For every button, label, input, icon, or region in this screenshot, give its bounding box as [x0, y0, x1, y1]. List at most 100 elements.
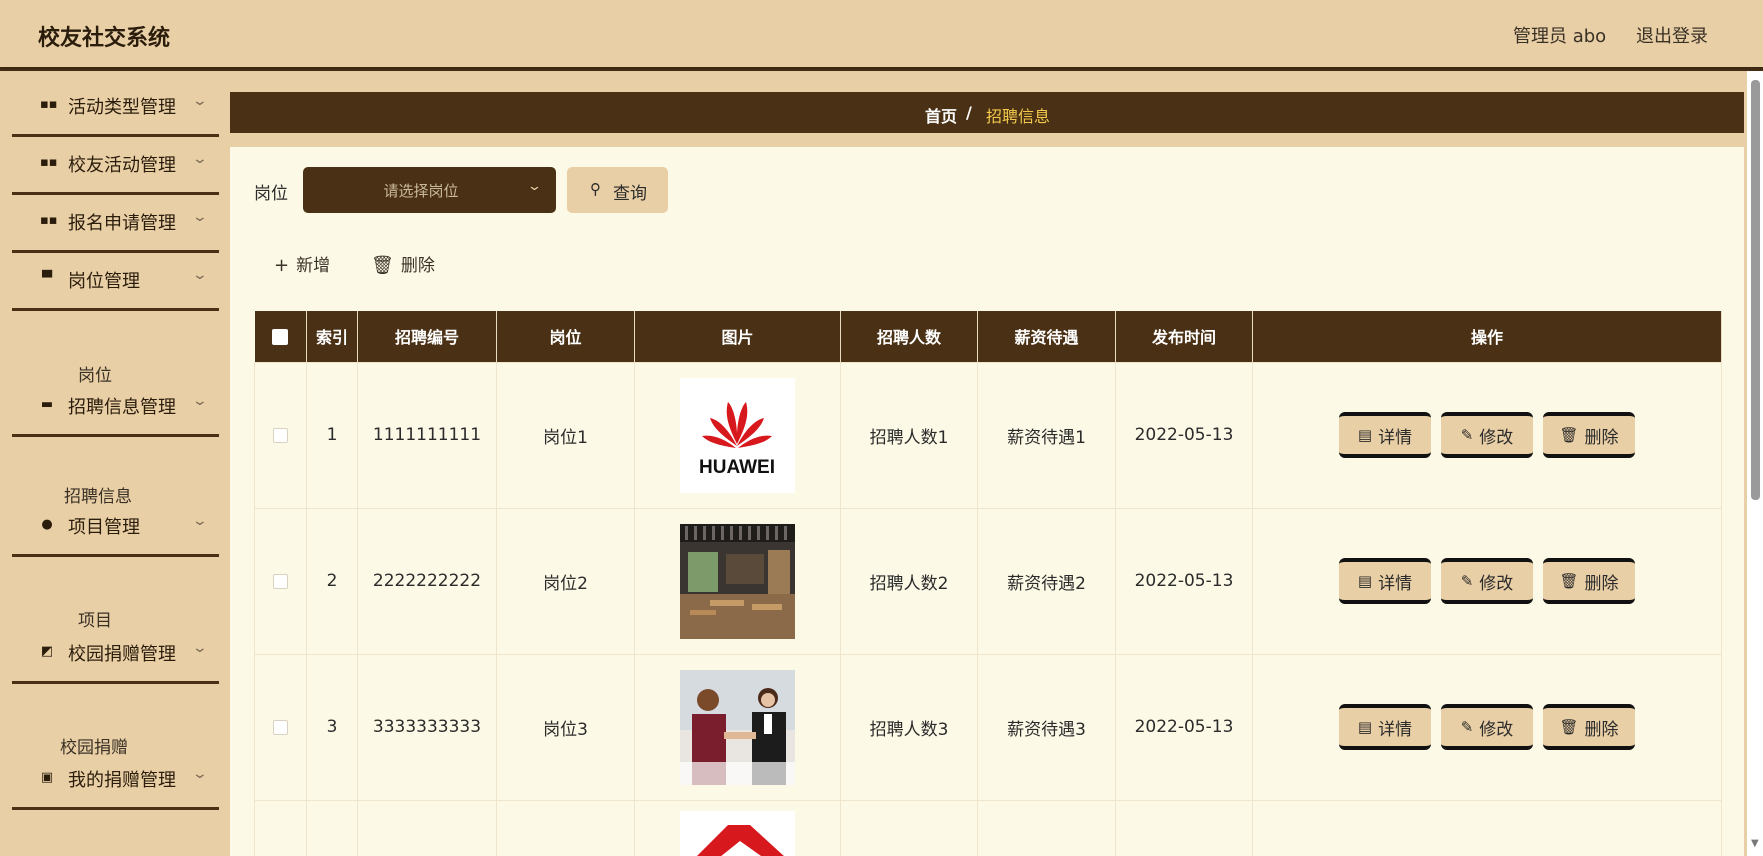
chevron-down-icon: ⌄ [526, 179, 543, 194]
edit-label: 修改 [1479, 719, 1514, 740]
table-row: 1 1111111111 岗位1 HUAWEI 招聘人数1 薪资待遇1 2022… [254, 361, 1722, 509]
sidebar-item-label: 招聘信息管理 [68, 397, 176, 418]
plus-icon: + [274, 255, 290, 276]
index-cell: 2 [306, 507, 358, 655]
scrollbar-thumb[interactable] [1751, 80, 1760, 500]
code-cell: 1111111111 [357, 361, 497, 509]
header-divider [0, 67, 1763, 71]
batch-delete-button[interactable]: 🗑 删除 [371, 251, 435, 276]
chevron-down-icon: ⌄ [191, 393, 209, 409]
column-header: 图片 [634, 311, 841, 362]
edit-label: 修改 [1479, 573, 1514, 594]
monitor-icon: ▬ [40, 397, 54, 412]
breadcrumb-separator: / [966, 103, 972, 122]
search-icon: ⚲ [590, 180, 601, 198]
index-cell: 3 [306, 653, 358, 801]
delete-button[interactable]: 🗑 删除 [1543, 704, 1635, 750]
position-cell: 岗位3 [496, 653, 635, 801]
query-button-label: 查询 [613, 184, 647, 204]
detail-button[interactable]: ▤ 详情 [1339, 412, 1431, 458]
user-icon: ● [41, 517, 53, 532]
sidebar: ▪▪ 活动类型管理 ⌄ ▪▪ 校友活动管理 ⌄ ▪▪ 报名申请管理 ⌄ ▀ 岗位… [0, 71, 230, 856]
sidebar-item-label: 报名申请管理 [68, 213, 176, 234]
column-header: 发布时间 [1115, 311, 1253, 362]
sidebar-item-my-donation[interactable]: ▣ 我的捐赠管理 ⌄ [12, 744, 219, 810]
batch-delete-label: 删除 [400, 256, 435, 276]
sidebar-item-label: 校园捐赠管理 [68, 644, 176, 665]
logout-link[interactable]: 退出登录 [1636, 22, 1708, 48]
add-button[interactable]: + 新增 [274, 251, 330, 276]
sidebar-item-alumni-activity[interactable]: ▪▪ 校友活动管理 ⌄ [12, 129, 219, 195]
handshake-photo [680, 669, 795, 785]
sidebar-item-project[interactable]: ● 项目管理 ⌄ [12, 491, 219, 557]
detail-button[interactable]: ▤ 详情 [1339, 704, 1431, 750]
row-checkbox[interactable] [273, 573, 288, 589]
breadcrumb-underline [230, 133, 1744, 147]
actions-cell: ▤ 详情 ✎ 修改 🗑 删除 [1252, 653, 1722, 801]
select-all-cell [254, 311, 307, 362]
position-cell: 岗位2 [496, 507, 635, 655]
salary-cell: 薪资待遇1 [977, 361, 1116, 509]
sidebar-item-label: 活动类型管理 [68, 97, 176, 118]
add-button-label: 新增 [296, 256, 331, 276]
top-strip [230, 71, 1744, 92]
edit-button[interactable]: ✎ 修改 [1441, 558, 1533, 604]
column-header: 薪资待遇 [977, 311, 1116, 362]
row-checkbox[interactable] [273, 719, 288, 735]
salary-cell: 薪资待遇2 [977, 507, 1116, 655]
table-row: 3 3333333333 岗位3 招聘人数3 薪资待遇3 2022-05-13 … [254, 653, 1722, 801]
sidebar-item-label: 校友活动管理 [68, 155, 176, 176]
sidebar-item-activity-type[interactable]: ▪▪ 活动类型管理 ⌄ [12, 71, 219, 137]
row-select-cell [254, 361, 307, 509]
app-title: 校友社交系统 [38, 26, 171, 51]
scroll-down-arrow-icon[interactable]: ▼ [1751, 838, 1759, 849]
column-header: 招聘编号 [357, 311, 497, 362]
row-select-cell [254, 507, 307, 655]
sidebar-item-recruitment[interactable]: ▬ 招聘信息管理 ⌄ [12, 371, 219, 437]
recruitment-table: 索引 招聘编号 岗位 图片 招聘人数 薪资待遇 发布时间 操作 1 111111… [254, 311, 1722, 856]
edit-button[interactable]: ✎ 修改 [1441, 412, 1533, 458]
current-user: 管理员 abo [1513, 26, 1607, 47]
delete-button[interactable]: 🗑 删除 [1543, 558, 1635, 604]
chevron-down-icon: ⌄ [191, 640, 209, 656]
position-cell: 岗位1 [496, 361, 635, 509]
delete-button[interactable]: 🗑 删除 [1543, 412, 1635, 458]
trash-icon: 🗑 [1559, 718, 1579, 736]
pizza-hut-logo [680, 810, 795, 856]
detail-button[interactable]: ▤ 详情 [1339, 558, 1431, 604]
position-select[interactable]: 请选择岗位 ⌄ [303, 167, 556, 213]
image-cell [634, 653, 841, 801]
index-cell: 1 [306, 361, 358, 509]
sidebar-item-donation[interactable]: ◩ 校园捐赠管理 ⌄ [12, 618, 219, 684]
pencil-icon: ✎ [1460, 426, 1474, 444]
detail-label: 详情 [1378, 719, 1413, 740]
breadcrumb-home[interactable]: 首页 [925, 103, 957, 127]
chevron-down-icon: ⌄ [191, 209, 209, 225]
row-select-cell [254, 653, 307, 801]
count-cell: 招聘人数2 [840, 507, 978, 655]
breadcrumb: 首页 / 招聘信息 [230, 92, 1744, 133]
breadcrumb-current: 招聘信息 [986, 107, 1051, 126]
table-header-row: 索引 招聘编号 岗位 图片 招聘人数 薪资待遇 发布时间 操作 [254, 311, 1722, 362]
row-checkbox[interactable] [273, 427, 288, 443]
position-filter-label: 岗位 [254, 184, 288, 204]
position-select-placeholder: 请选择岗位 [383, 182, 459, 200]
sidebar-item-registration[interactable]: ▪▪ 报名申请管理 ⌄ [12, 187, 219, 253]
sidebar-item-position[interactable]: ▀ 岗位管理 ⌄ [12, 245, 219, 311]
select-all-checkbox[interactable] [272, 329, 289, 346]
chevron-down-icon: ⌄ [191, 151, 209, 167]
edit-button[interactable]: ✎ 修改 [1441, 704, 1533, 750]
column-header: 操作 [1252, 311, 1722, 362]
query-button[interactable]: ⚲ 查询 [567, 167, 668, 213]
trash-icon: 🗑 [1559, 572, 1579, 590]
delete-label: 删除 [1584, 719, 1619, 740]
sidebar-item-label: 我的捐赠管理 [68, 770, 176, 791]
delete-label: 删除 [1584, 427, 1619, 448]
trash-icon: 🗑 [371, 255, 394, 276]
chevron-down-icon: ⌄ [191, 93, 209, 109]
main-content: 首页 / 招聘信息 岗位 请选择岗位 ⌄ ⚲ 查询 + 新增 🗑 删除 索引 招聘编… [230, 71, 1744, 856]
image-cell: HUAWEI [634, 361, 841, 509]
flag-icon: ▀ [42, 271, 52, 286]
grid-icon: ▪▪ [40, 155, 58, 170]
detail-label: 详情 [1378, 573, 1413, 594]
